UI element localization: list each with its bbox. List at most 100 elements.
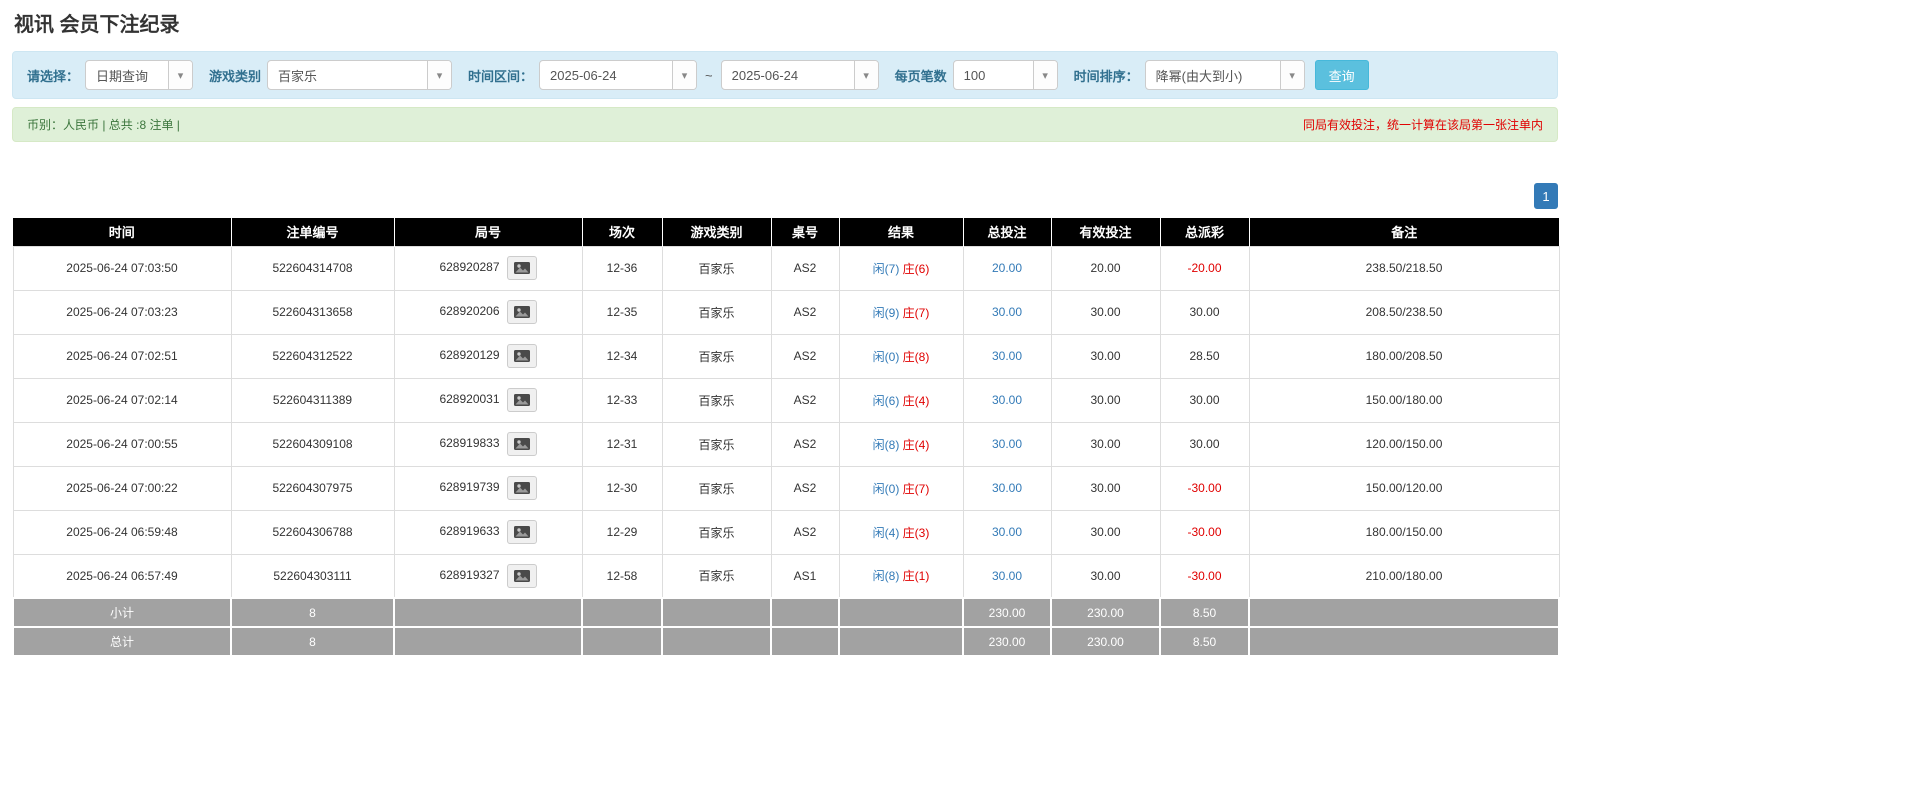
time-cell: 2025-06-24 07:03:23 — [12, 289, 232, 335]
total-bet-link[interactable]: 30.00 — [992, 349, 1022, 363]
payout-cell: 30.00 — [1159, 289, 1250, 335]
total-bet-link[interactable]: 20.00 — [992, 261, 1022, 275]
round-cell: 628920031 — [393, 377, 583, 423]
per-page-select[interactable]: 100 ▾ — [952, 60, 1058, 90]
round-id: 628920206 — [439, 304, 500, 319]
note-cell: 210.00/180.00 — [1248, 553, 1560, 599]
date-from-value: 2025-06-24 — [550, 67, 617, 83]
result-cell: 闲(0) 庄(8) — [838, 333, 964, 379]
note-cell: 180.00/208.50 — [1248, 333, 1560, 379]
footer-cell: 总计 — [12, 626, 232, 657]
valid-bet-cell: 30.00 — [1050, 377, 1161, 423]
round-id: 628920287 — [439, 260, 500, 275]
summary-warning-text: 同局有效投注，统一计算在该局第一张注单内 — [1302, 118, 1543, 132]
result-banker: 庄(4) — [902, 437, 930, 452]
date-from-select[interactable]: 2025-06-24 ▾ — [539, 60, 698, 90]
total-bet-link[interactable]: 30.00 — [992, 393, 1022, 407]
result-player: 闲(6) — [872, 393, 900, 408]
round-cell: 628920129 — [393, 333, 583, 379]
result-banker: 庄(6) — [902, 261, 930, 276]
game-type-select[interactable]: 百家乐 ▾ — [267, 60, 453, 90]
column-header: 备注 — [1248, 218, 1559, 246]
total-bet-cell: 30.00 — [962, 289, 1052, 335]
result-image-icon[interactable] — [506, 256, 537, 280]
chevron-down-icon[interactable]: ▾ — [853, 61, 878, 89]
note-cell: 150.00/180.00 — [1248, 377, 1560, 423]
page-button-1[interactable]: 1 — [1534, 183, 1558, 209]
column-header: 场次 — [581, 218, 662, 246]
bet-records-table: 时间 注单编号 局号 场次 游戏类别 桌号 结果 总投注 有效投注 总派彩 备注 2025-06-2… — [12, 218, 1560, 657]
session-cell: 12-58 — [581, 553, 663, 599]
round-cell: 628919327 — [393, 553, 583, 599]
table-header-row: 时间 注单编号 局号 场次 游戏类别 桌号 结果 总投注 有效投注 总派彩 备注 — [13, 218, 1559, 246]
time-cell: 2025-06-24 07:00:55 — [12, 421, 232, 467]
game-type-label: 游戏类别 — [209, 68, 262, 84]
footer-cell: 230.00 — [962, 597, 1052, 628]
query-type-select[interactable]: 日期查询 ▾ — [85, 60, 194, 90]
table-no-cell: AS2 — [770, 245, 840, 291]
table-no-cell: AS2 — [770, 333, 840, 379]
table-footer-row: 总计 8 230.00 230.00 8.50 — [12, 626, 1560, 657]
summary-bar: 币别：人民币 | 总共 :8 注单 | 同局有效投注，统一计算在该局第一张注单内 — [12, 107, 1558, 142]
result-image-icon[interactable] — [506, 432, 537, 456]
result-banker: 庄(7) — [902, 305, 930, 320]
game-type-cell: 百家乐 — [661, 553, 772, 599]
game-type-value: 百家乐 — [278, 68, 318, 84]
footer-cell — [393, 597, 583, 628]
pagination: 1 — [12, 183, 1558, 209]
footer-cell — [581, 597, 663, 628]
table-row: 2025-06-24 07:03:23 522604313658 628920206… — [12, 289, 1560, 335]
search-button[interactable]: 查询 — [1314, 60, 1369, 90]
result-image-icon[interactable] — [506, 388, 537, 412]
result-cell: 闲(6) 庄(4) — [838, 377, 964, 423]
total-bet-link[interactable]: 30.00 — [992, 305, 1022, 319]
total-bet-link[interactable]: 30.00 — [992, 569, 1022, 583]
note-cell: 238.50/218.50 — [1248, 245, 1560, 291]
valid-bet-cell: 30.00 — [1050, 553, 1161, 599]
result-player: 闲(0) — [872, 481, 900, 496]
result-banker: 庄(4) — [902, 393, 930, 408]
per-page-value: 100 — [963, 67, 986, 83]
total-bet-link[interactable]: 30.00 — [992, 437, 1022, 451]
footer-cell — [838, 626, 964, 657]
result-image-icon[interactable] — [506, 476, 537, 500]
table-row: 2025-06-24 07:00:22 522604307975 628919739… — [12, 465, 1560, 511]
date-to-select[interactable]: 2025-06-24 ▾ — [720, 60, 879, 90]
chevron-down-icon[interactable]: ▾ — [427, 61, 452, 89]
result-image-icon[interactable] — [506, 300, 537, 324]
game-type-cell: 百家乐 — [661, 333, 772, 379]
payout-cell: 30.00 — [1159, 421, 1250, 467]
total-bet-link[interactable]: 30.00 — [992, 481, 1022, 495]
result-banker: 庄(8) — [902, 349, 930, 364]
result-player: 闲(0) — [872, 349, 900, 364]
total-bet-link[interactable]: 30.00 — [992, 525, 1022, 539]
footer-cell — [770, 597, 840, 628]
bet-id-cell: 522604312522 — [230, 333, 395, 379]
round-cell: 628920287 — [393, 245, 583, 291]
result-cell: 闲(8) 庄(4) — [838, 421, 964, 467]
time-cell: 2025-06-24 07:02:51 — [12, 333, 232, 379]
chevron-down-icon[interactable]: ▾ — [1032, 61, 1057, 89]
time-cell: 2025-06-24 07:00:22 — [12, 465, 232, 511]
table-no-cell: AS2 — [770, 377, 840, 423]
chevron-down-icon[interactable]: ▾ — [672, 61, 697, 89]
session-cell: 12-36 — [581, 245, 663, 291]
result-image-icon[interactable] — [506, 520, 537, 544]
sort-order-select[interactable]: 降幂(由大到小) ▾ — [1144, 60, 1305, 90]
note-cell: 180.00/150.00 — [1248, 509, 1560, 555]
chevron-down-icon[interactable]: ▾ — [168, 61, 193, 89]
filter-bar: 请选择： 日期查询 ▾ 游戏类别 百家乐 ▾ 时间区间： 2025-06-24 … — [12, 51, 1558, 99]
chevron-down-icon[interactable]: ▾ — [1279, 61, 1304, 89]
total-bet-cell: 30.00 — [962, 333, 1052, 379]
column-header: 局号 — [393, 218, 582, 246]
result-image-icon[interactable] — [506, 563, 537, 588]
footer-cell — [393, 626, 583, 657]
column-header: 总投注 — [962, 218, 1051, 246]
result-image-icon[interactable] — [506, 344, 537, 368]
sort-order-label: 时间排序： — [1073, 68, 1139, 84]
total-bet-cell: 30.00 — [962, 553, 1052, 599]
query-type-label: 请选择： — [27, 68, 80, 84]
table-row: 2025-06-24 07:02:51 522604312522 628920129… — [12, 333, 1560, 379]
result-banker: 庄(1) — [902, 569, 930, 584]
table-no-cell: AS1 — [770, 553, 840, 599]
